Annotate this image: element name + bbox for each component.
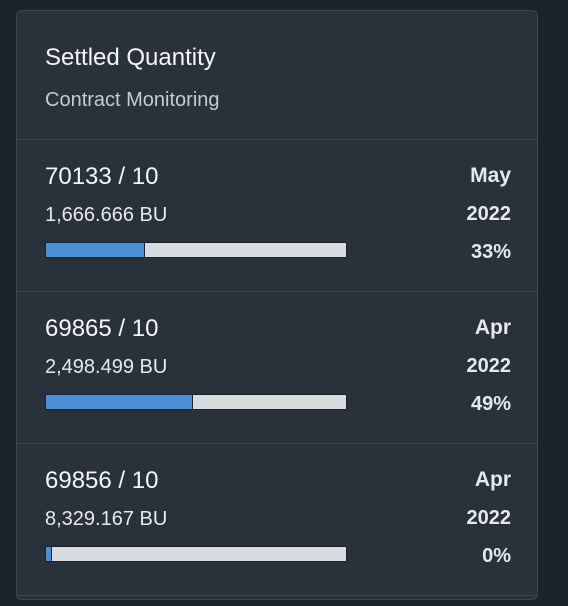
settled-quantity-value: 2,498.499 BU: [45, 356, 168, 378]
settled-quantity-value: 1,666.666 BU: [45, 204, 168, 226]
list-item[interactable]: 69865 / 10 2,498.499 BU Apr 2022 49%: [17, 292, 537, 444]
year-label: 2022: [466, 507, 512, 529]
contract-number: 69865 / 10: [45, 315, 159, 342]
year-label: 2022: [466, 203, 512, 225]
progress-bar-fill: [46, 547, 52, 561]
card-subtitle: Contract Monitoring: [45, 89, 220, 111]
progress-bar: [45, 242, 347, 258]
list-item[interactable]: 70133 / 10 1,666.666 BU May 2022 33%: [17, 140, 537, 292]
progress-bar: [45, 394, 347, 410]
settled-quantity-value: 8,329.167 BU: [45, 508, 168, 530]
percent-label: 49%: [470, 393, 511, 415]
month-label: Apr: [474, 468, 511, 491]
card-header[interactable]: Settled Quantity Contract Monitoring: [17, 11, 537, 140]
contract-number: 70133 / 10: [45, 163, 159, 190]
contract-number: 69856 / 10: [45, 467, 159, 494]
percent-label: 0%: [482, 545, 511, 567]
list-item[interactable]: 69856 / 10 8,329.167 BU Apr 2022 0%: [17, 444, 537, 596]
progress-bar-fill: [46, 395, 193, 409]
year-label: 2022: [466, 355, 512, 377]
percent-label: 33%: [470, 241, 511, 263]
card-title: Settled Quantity: [45, 44, 216, 71]
progress-bar: [45, 546, 347, 562]
month-label: Apr: [474, 316, 511, 339]
settled-quantity-card: Settled Quantity Contract Monitoring 701…: [16, 10, 538, 600]
month-label: May: [470, 164, 511, 187]
progress-bar-fill: [46, 243, 145, 257]
